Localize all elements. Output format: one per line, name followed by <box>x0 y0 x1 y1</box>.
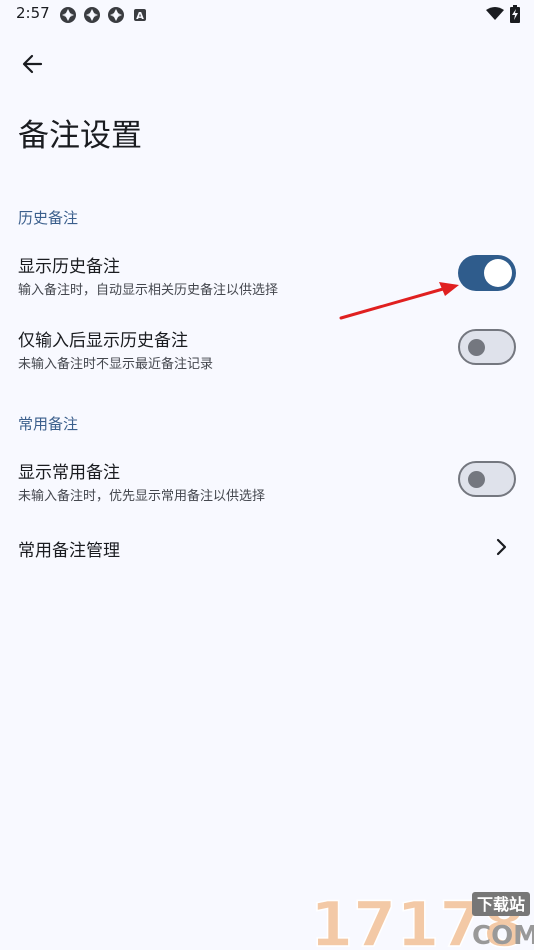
page-title: 备注设置 <box>18 118 142 154</box>
setting-title: 显示历史备注 <box>18 257 120 277</box>
section-header-history: 历史备注 <box>18 209 79 227</box>
app-notification-icon <box>84 7 100 23</box>
battery-charging-icon <box>510 5 520 23</box>
setting-summary: 输入备注时，自动显示相关历史备注以供选择 <box>18 283 279 298</box>
status-time: 2:57 <box>16 4 50 22</box>
show-common-toggle[interactable] <box>458 461 516 497</box>
chevron-right-icon <box>496 538 507 556</box>
setting-summary: 未输入备注时，优先显示常用备注以供选择 <box>18 489 266 504</box>
wifi-icon <box>486 7 504 20</box>
svg-text:A: A <box>136 11 144 22</box>
back-button[interactable] <box>12 44 52 84</box>
setting-title: 仅输入后显示历史备注 <box>18 331 188 351</box>
svg-text:下载站: 下载站 <box>477 895 525 914</box>
toggle-thumb <box>468 339 485 356</box>
toggle-thumb <box>484 259 512 287</box>
toggle-thumb <box>468 471 485 488</box>
arrow-back-icon <box>22 54 43 74</box>
notification-icons: A <box>59 6 149 24</box>
app-notification-icon <box>108 7 124 23</box>
svg-text:COM: COM <box>472 921 534 950</box>
show-after-input-toggle[interactable] <box>458 329 516 365</box>
annotation-arrow-icon <box>339 282 459 320</box>
setting-manage-common[interactable]: 常用备注管理 <box>0 520 534 576</box>
system-icons <box>486 5 520 23</box>
show-history-toggle[interactable] <box>458 255 516 291</box>
watermark-logo: 17178 下载站 COM <box>310 888 534 950</box>
setting-title: 常用备注管理 <box>18 541 120 561</box>
a-notification-icon: A <box>134 9 146 22</box>
section-header-common: 常用备注 <box>18 415 79 433</box>
status-bar: 2:57 A <box>0 0 534 28</box>
setting-summary: 未输入备注时不显示最近备注记录 <box>18 357 214 372</box>
setting-title: 显示常用备注 <box>18 463 120 483</box>
setting-show-common[interactable]: 显示常用备注 未输入备注时，优先显示常用备注以供选择 <box>0 446 534 512</box>
app-notification-icon <box>60 7 76 23</box>
